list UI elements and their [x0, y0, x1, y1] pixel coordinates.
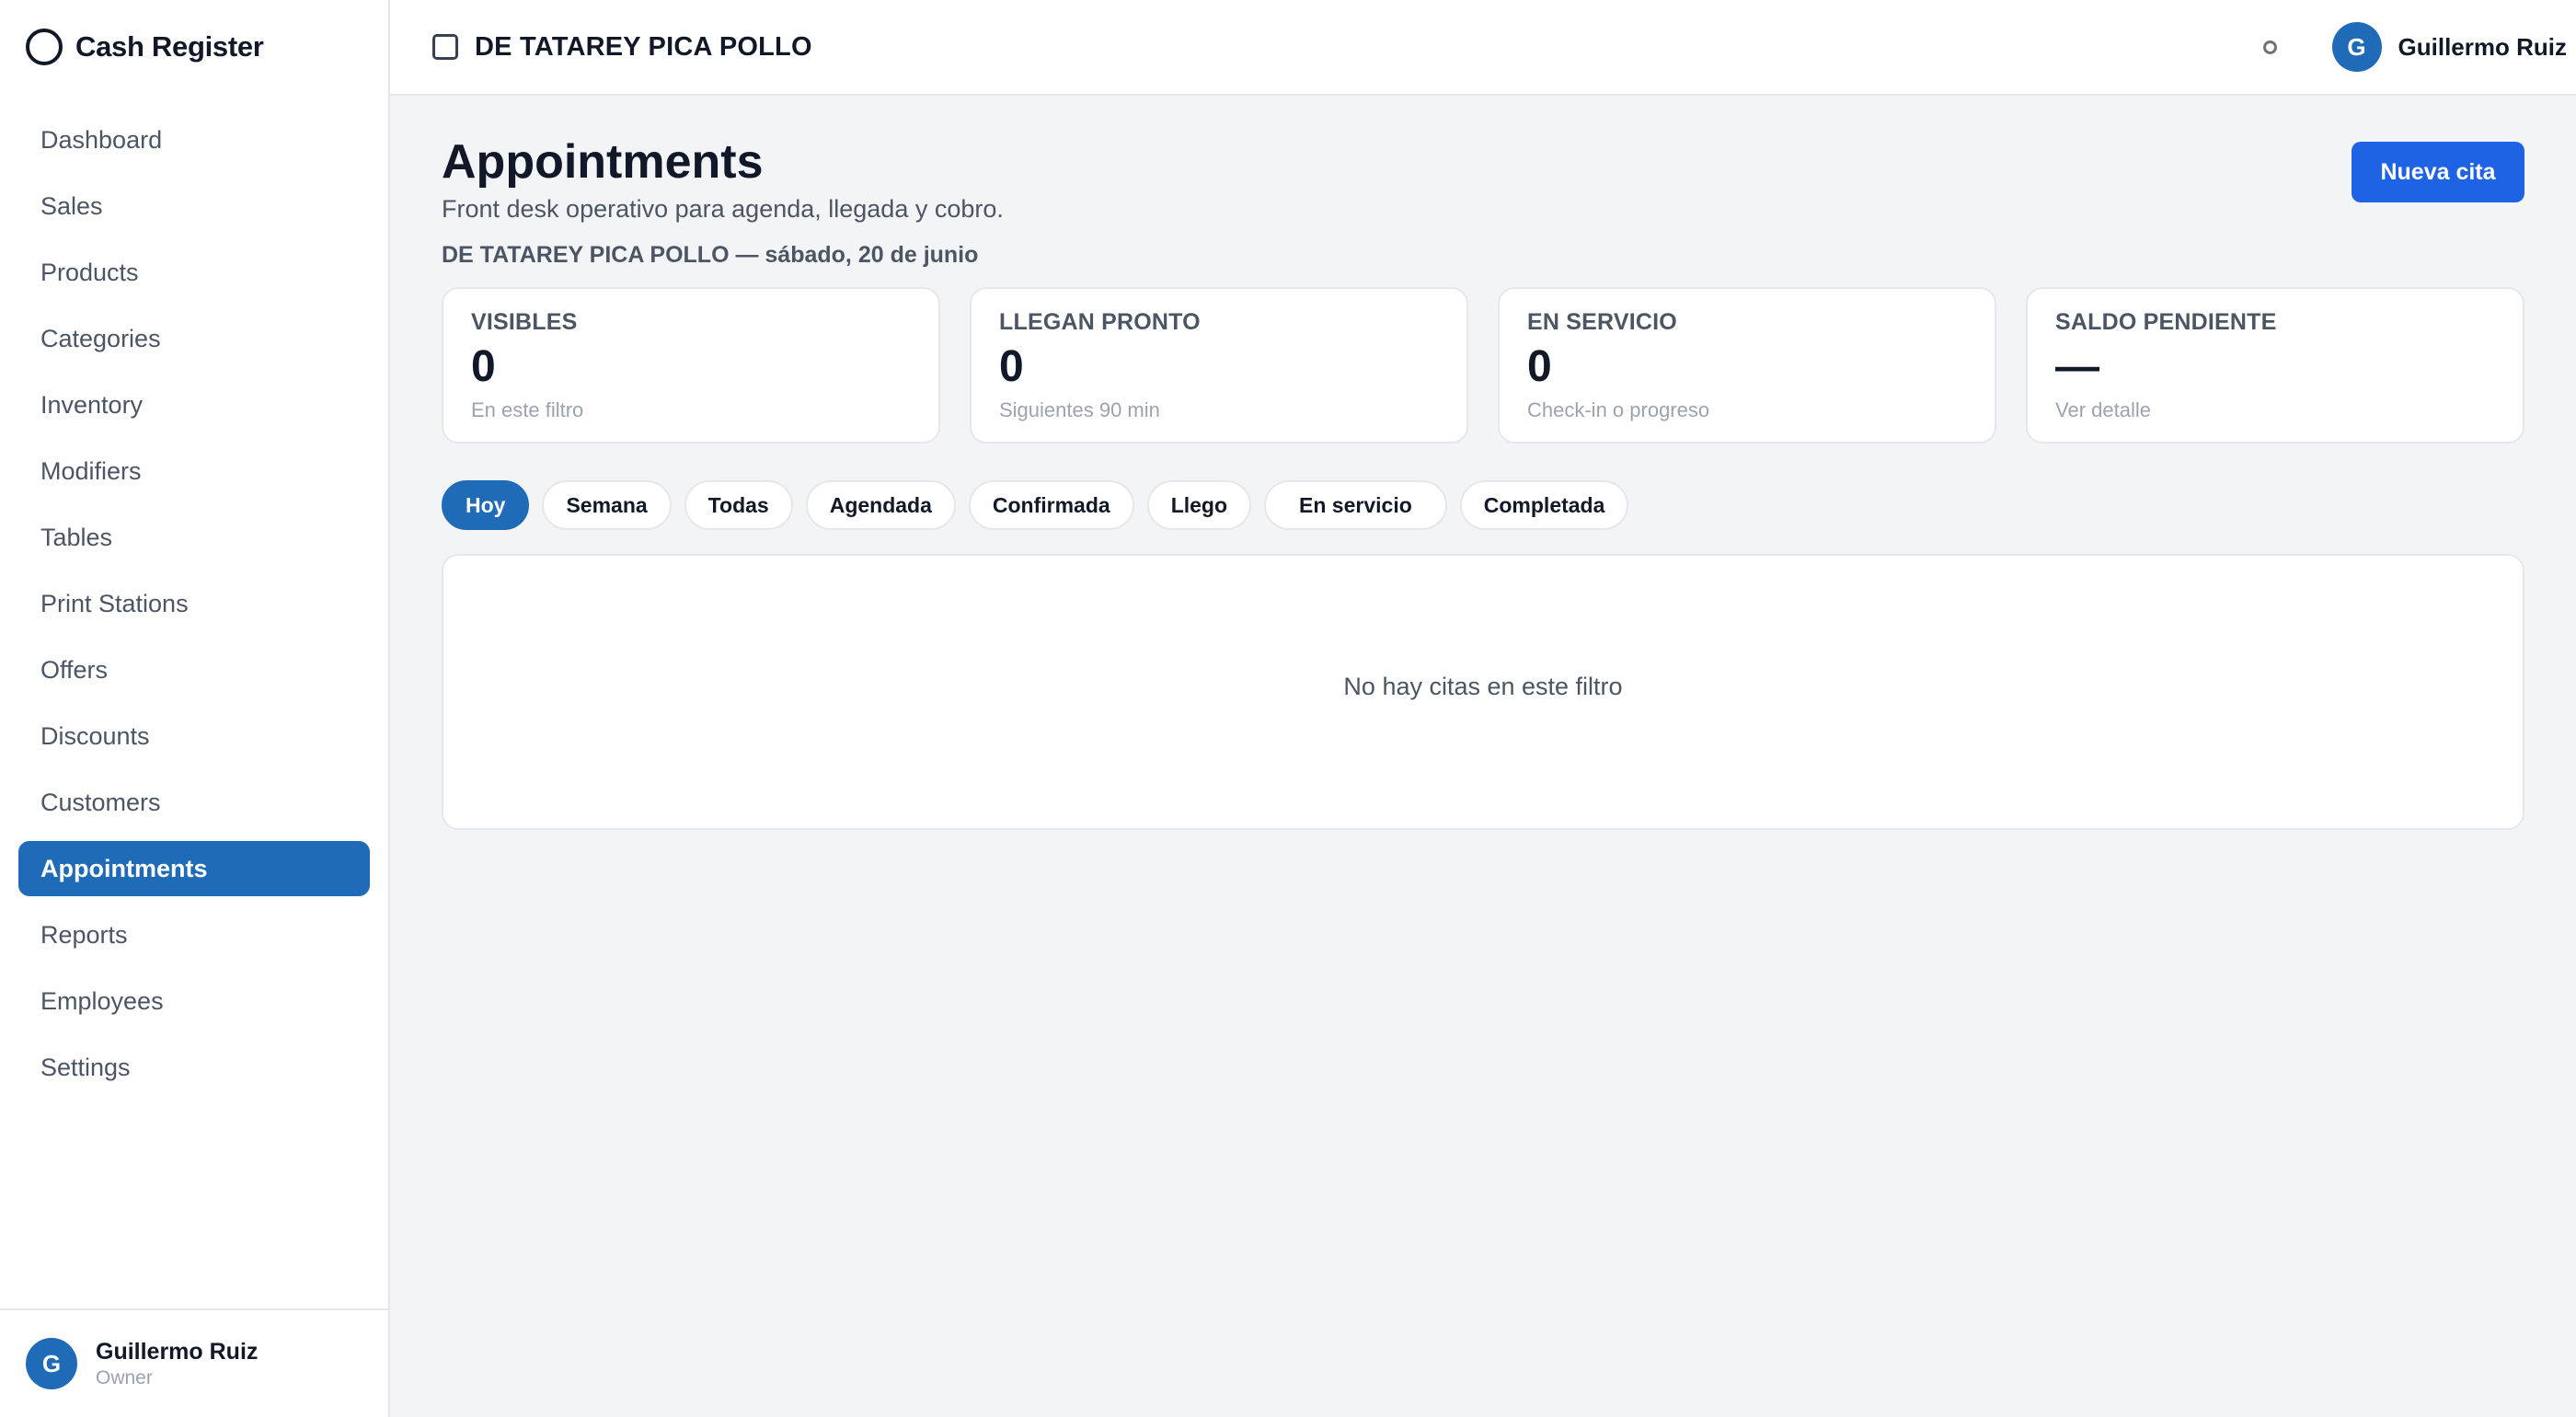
- filter-chip-hoy[interactable]: Hoy: [442, 480, 530, 530]
- stat-value: 0: [471, 342, 496, 391]
- stat-label: EN SERVICIO: [1527, 309, 1677, 335]
- empty-state-message: No hay citas en este filtro: [1343, 672, 1623, 700]
- sidebar-item-appointments[interactable]: Appointments: [18, 841, 370, 896]
- stats-row: VISIBLES 0 En este filtro LLEGAN PRONTO …: [442, 287, 2524, 444]
- sidebar-item-offers[interactable]: Offers: [18, 642, 370, 697]
- stat-value: —: [2055, 342, 2099, 391]
- sidebar: Cash Register Dashboard Sales Products C…: [0, 0, 390, 1417]
- sidebar-item-modifiers[interactable]: Modifiers: [18, 444, 370, 499]
- sidebar-item-tables[interactable]: Tables: [18, 510, 370, 565]
- page-header: Appointments Front desk operativo para a…: [442, 134, 2524, 269]
- sidebar-item-dashboard[interactable]: Dashboard: [18, 112, 370, 167]
- page-context: DE TATAREY PICA POLLO — sábado, 20 de ju…: [442, 242, 979, 268]
- sidebar-item-settings[interactable]: Settings: [18, 1040, 370, 1095]
- sidebar-item-sales[interactable]: Sales: [18, 179, 370, 234]
- topbar-user-name: Guillermo Ruiz: [2398, 32, 2567, 61]
- appointments-list: No hay citas en este filtro: [442, 554, 2524, 830]
- sidebar-user[interactable]: G Guillermo Ruiz Owner: [0, 1308, 388, 1417]
- filter-chip-llego[interactable]: Llego: [1146, 480, 1252, 530]
- stat-hint: Check-in o progreso: [1527, 398, 1710, 421]
- user-name: Guillermo Ruiz: [96, 1338, 259, 1365]
- brand[interactable]: Cash Register: [0, 0, 388, 94]
- store-checkbox-icon[interactable]: [432, 34, 458, 60]
- filter-chip-completada[interactable]: Completada: [1459, 480, 1629, 530]
- avatar: G: [26, 1338, 77, 1389]
- sidebar-item-products[interactable]: Products: [18, 245, 370, 300]
- topbar-user-menu[interactable]: G Guillermo Ruiz: [2331, 22, 2567, 72]
- store-name: DE TATAREY PICA POLLO: [475, 31, 812, 62]
- app-title: Cash Register: [75, 30, 264, 63]
- avatar: G: [2331, 22, 2382, 72]
- sidebar-item-customers[interactable]: Customers: [18, 775, 370, 830]
- filter-chip-semana[interactable]: Semana: [542, 480, 672, 530]
- app-root: Cash Register Dashboard Sales Products C…: [0, 0, 2576, 1417]
- stat-card-saldo-pendiente[interactable]: SALDO PENDIENTE — Ver detalle: [2026, 287, 2524, 444]
- stat-hint: Siguientes 90 min: [999, 398, 1160, 421]
- user-meta: Guillermo Ruiz Owner: [96, 1339, 258, 1389]
- filter-chip-confirmada[interactable]: Confirmada: [968, 480, 1134, 530]
- stat-card-llegan-pronto: LLEGAN PRONTO 0 Siguientes 90 min: [970, 287, 1468, 444]
- filter-chip-en-servicio[interactable]: En servicio: [1264, 480, 1447, 530]
- stat-card-en-servicio: EN SERVICIO 0 Check-in o progreso: [1498, 287, 1996, 444]
- page-title: Appointments: [442, 135, 764, 189]
- sidebar-item-inventory[interactable]: Inventory: [18, 377, 370, 432]
- sidebar-item-reports[interactable]: Reports: [18, 907, 370, 962]
- new-appointment-button[interactable]: Nueva cita: [2352, 142, 2524, 202]
- content: Appointments Front desk operativo para a…: [390, 96, 2576, 830]
- page-subtitle: Front desk operativo para agenda, llegad…: [442, 195, 1004, 223]
- topbar: DE TATAREY PICA POLLO G Guillermo Ruiz: [390, 0, 2576, 96]
- stat-hint: En este filtro: [471, 398, 584, 421]
- sidebar-item-employees[interactable]: Employees: [18, 973, 370, 1029]
- filter-chip-todas[interactable]: Todas: [684, 480, 793, 530]
- stat-hint[interactable]: Ver detalle: [2055, 398, 2495, 422]
- stat-value: 0: [999, 342, 1024, 391]
- main: DE TATAREY PICA POLLO G Guillermo Ruiz A…: [390, 0, 2576, 1417]
- user-role: Owner: [96, 1366, 153, 1388]
- status-dot-icon: [2262, 40, 2277, 54]
- stat-card-visibles: VISIBLES 0 En este filtro: [442, 287, 940, 444]
- stat-value: 0: [1527, 342, 1552, 391]
- sidebar-item-print-stations[interactable]: Print Stations: [18, 576, 370, 631]
- filter-chips: Hoy Semana Todas Agendada Confirmada Lle…: [442, 480, 2524, 530]
- sidebar-nav: Dashboard Sales Products Categories Inve…: [0, 94, 388, 1308]
- sidebar-item-discounts[interactable]: Discounts: [18, 708, 370, 764]
- stat-label: LLEGAN PRONTO: [999, 309, 1201, 335]
- sidebar-item-categories[interactable]: Categories: [18, 311, 370, 366]
- stat-label: VISIBLES: [471, 309, 578, 335]
- circle-logo-icon: [26, 29, 63, 65]
- filter-chip-agendada[interactable]: Agendada: [805, 480, 956, 530]
- stat-label: SALDO PENDIENTE: [2055, 309, 2277, 335]
